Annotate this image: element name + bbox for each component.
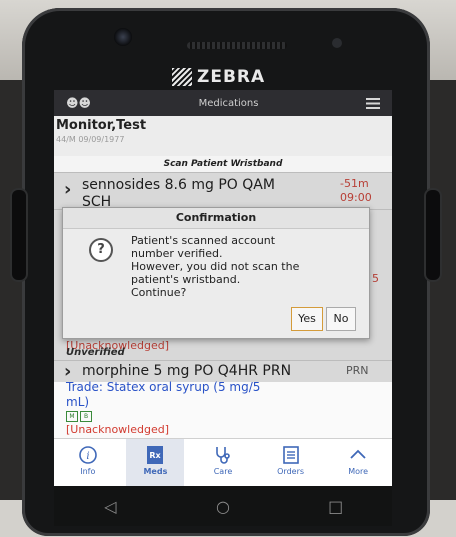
nav-care[interactable]: Care [194,439,252,486]
nav-meds[interactable]: Rx Meds [126,439,185,486]
nav-meds-label: Meds [143,467,168,476]
trade-line2: mL) [66,395,90,409]
nav-more-label: More [348,467,369,476]
yes-button[interactable]: Yes [291,307,323,331]
svg-text:Rx: Rx [150,451,162,460]
system-navigation-bar: ◁ ○ □ [54,486,392,526]
dialog-line: Patient's scanned account [131,234,276,247]
menu-icon[interactable] [366,97,380,109]
earpiece-speaker [187,42,287,49]
home-icon[interactable]: ○ [208,497,238,516]
page-title: Medications [198,97,259,109]
proximity-sensor [332,38,342,48]
trade-name: Trade: Statex oral syrup (5 mg/5 mL) [66,380,260,410]
dialog-line: number verified. [131,247,223,260]
nav-care-label: Care [213,467,233,476]
nav-more[interactable]: More [329,439,387,486]
bottom-navigation: i Info Rx Meds Care Orders More [54,438,392,486]
stethoscope-icon [216,447,230,464]
dialog-message: Patient's scanned account number verifie… [131,234,355,299]
info-icon: i [78,446,97,464]
unacknowledged-label: [Unacknowledged] [66,423,170,436]
scan-wristband-hint: Scan Patient Wristband [163,159,283,169]
svg-text:i: i [86,451,89,462]
back-icon[interactable]: ◁ [95,497,125,516]
patient-info: 44/M 09/09/1977 [56,135,125,144]
side-bumper-right [426,190,440,280]
badge-m: M [66,411,78,422]
question-icon: ? [89,238,113,262]
patient-name: Monitor,Test [56,118,147,133]
side-bumper-left [12,190,26,280]
recents-icon[interactable]: □ [321,497,351,516]
trade-line1: Trade: Statex oral syrup (5 mg/5 [66,380,261,394]
med-badges: M B [66,411,92,422]
dialog-line: patient's wristband. [131,273,241,286]
nav-orders[interactable]: Orders [262,439,320,486]
zebra-logo-icon [172,68,192,86]
dialog-line: Continue? [131,286,187,299]
no-button[interactable]: No [326,307,356,331]
nav-info-label: Info [80,467,96,476]
patient-banner: Monitor,Test 44/M 09/09/1977 [54,116,392,156]
app-header: ☻☻ Medications [54,90,392,116]
dialog-title: Confirmation [63,208,369,229]
confirmation-dialog: Confirmation ? Patient's scanned account… [62,207,370,339]
dialog-line: However, you did not scan the [131,260,300,273]
badge-b: B [80,411,92,422]
chevron-up-icon [350,449,366,459]
rx-icon: Rx [147,446,164,464]
patients-icon[interactable]: ☻☻ [66,96,91,110]
device-screen: ☻☻ Medications Monitor,Test 44/M 09/09/1… [54,90,392,486]
clipboard-icon [282,446,299,464]
brand-text: ZEBRA [197,67,266,87]
camera-lens [114,28,132,46]
nav-info[interactable]: i Info [59,439,117,486]
nav-orders-label: Orders [277,467,305,476]
device-logo: ZEBRA [172,66,312,88]
